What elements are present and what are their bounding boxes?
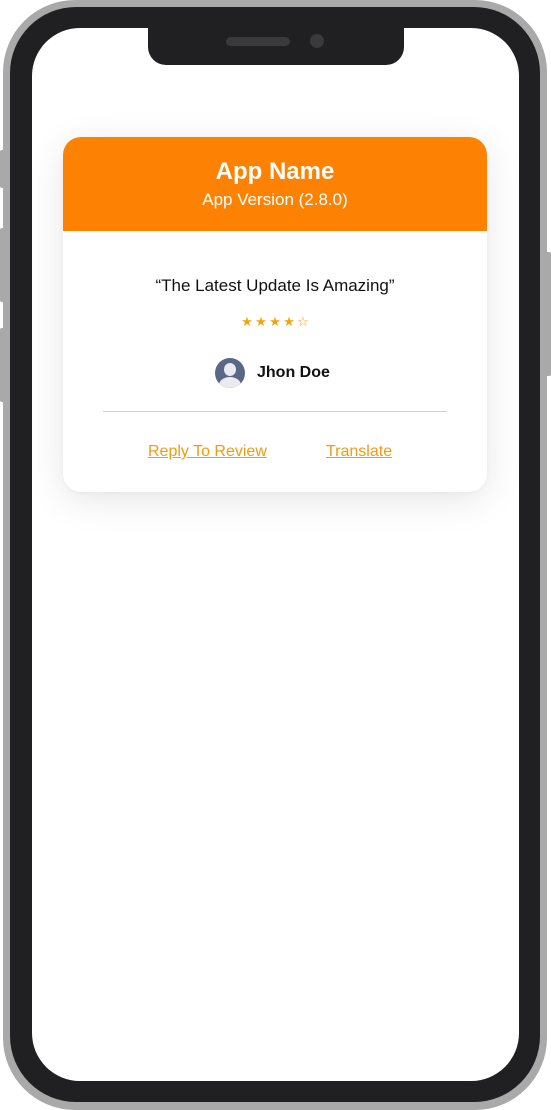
speaker-grille — [226, 37, 290, 46]
review-quote: “The Latest Update Is Amazing” — [155, 276, 395, 295]
star-rating: ★ ★ ★ ★ ☆ — [63, 314, 487, 330]
star-filled-icon: ★ — [283, 314, 295, 329]
author-name: Jhon Doe — [257, 364, 330, 381]
app-header: App Name App Version (2.8.0) — [63, 137, 487, 231]
divider — [103, 411, 447, 412]
star-empty-icon: ☆ — [297, 314, 309, 329]
volume-down-button — [0, 328, 5, 402]
user-avatar-icon — [215, 358, 245, 388]
mute-switch — [0, 150, 5, 188]
review-author: Jhon Doe — [215, 357, 330, 389]
app-name: App Name — [215, 158, 335, 185]
app-version: App Version (2.8.0) — [202, 190, 348, 209]
translate-link[interactable]: Translate — [326, 443, 392, 461]
reply-to-review-link[interactable]: Reply To Review — [148, 443, 267, 461]
power-button — [546, 252, 551, 376]
volume-up-button — [0, 228, 5, 302]
star-filled-icon: ★ — [269, 314, 281, 329]
star-filled-icon: ★ — [241, 314, 253, 329]
review-card: App Name App Version (2.8.0) “The Latest… — [63, 137, 487, 492]
front-camera — [310, 34, 324, 48]
star-filled-icon: ★ — [255, 314, 267, 329]
notch — [148, 28, 404, 65]
